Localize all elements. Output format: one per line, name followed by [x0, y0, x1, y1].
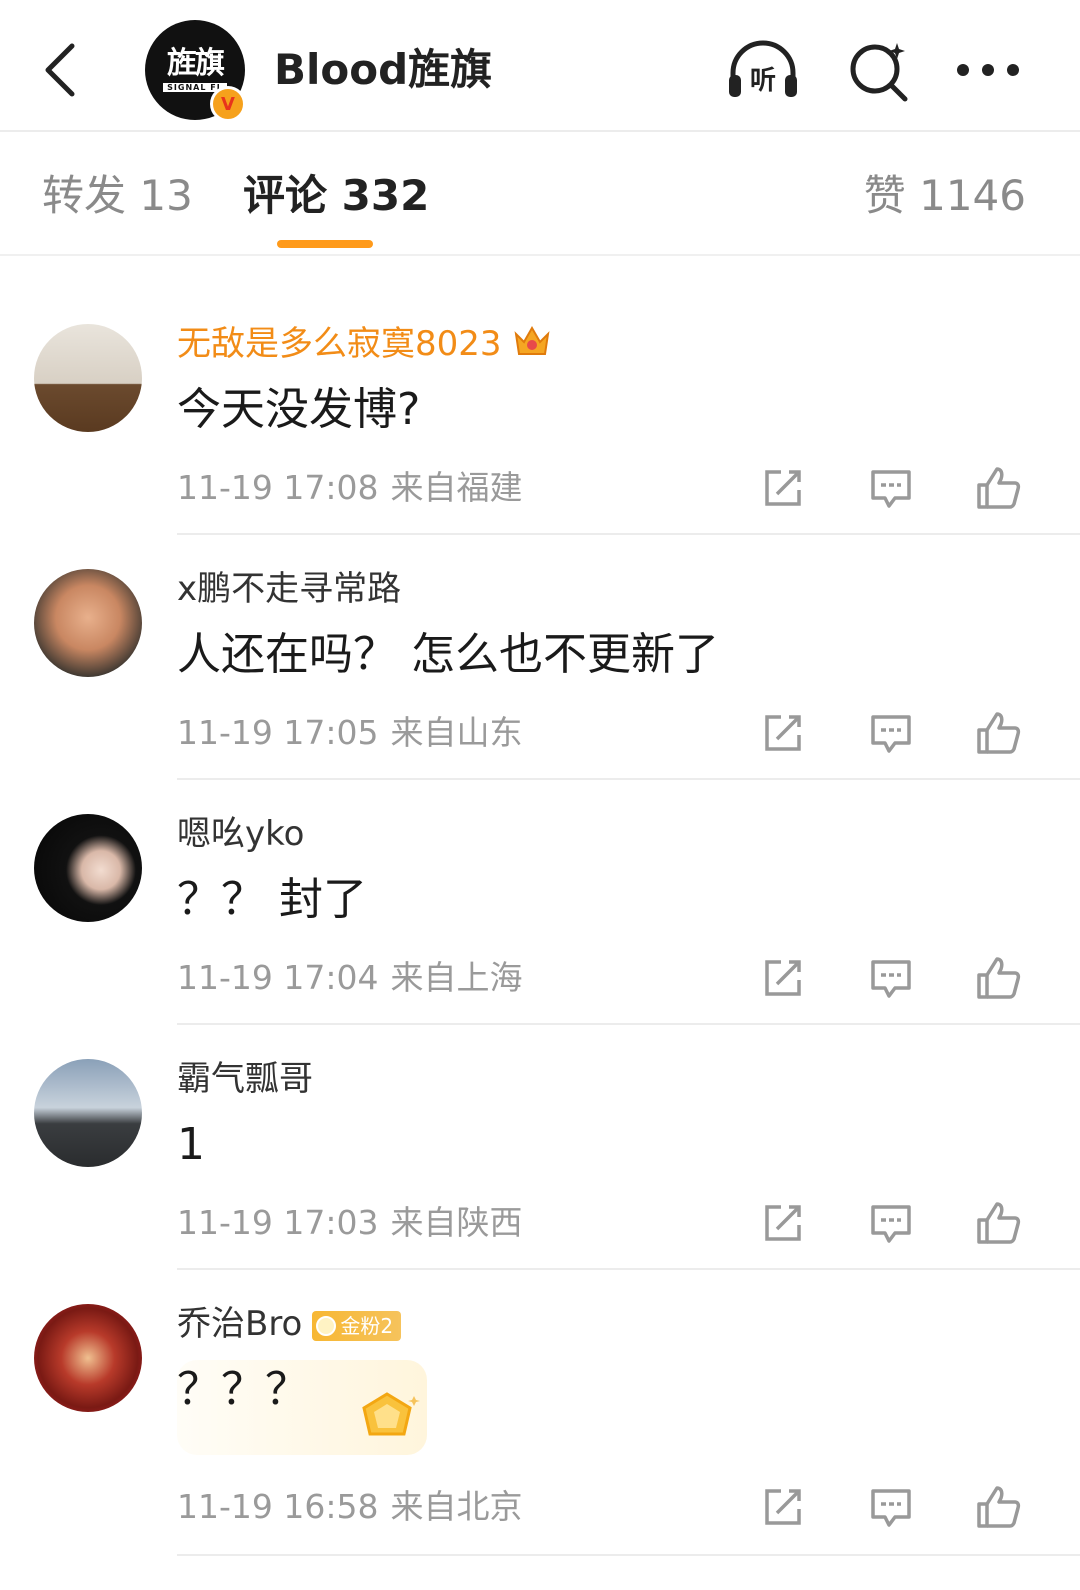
comment-time: 11-19 17:04 — [177, 958, 379, 997]
logo-text: 旌旗 — [167, 45, 225, 81]
user-avatar[interactable] — [34, 1059, 142, 1167]
comment-meta: 11-19 17:08 来自福建 — [177, 466, 522, 510]
thumbs-up-icon — [977, 1486, 1021, 1528]
more-button[interactable] — [950, 36, 1026, 104]
fan-badge: 金粉2 — [312, 1310, 402, 1341]
thumbs-up-icon — [977, 712, 1021, 754]
comment-location: 来自上海 — [390, 958, 523, 997]
comment-icon — [871, 1205, 911, 1243]
share-button[interactable] — [753, 1193, 813, 1253]
share-icon — [765, 715, 801, 751]
medal-icon — [352, 1388, 422, 1448]
comment-time: 11-19 16:58 — [177, 1487, 379, 1526]
search-button[interactable] — [840, 36, 916, 104]
share-icon — [765, 960, 801, 996]
comment-text: 今天没发博? — [177, 384, 421, 435]
share-button[interactable] — [753, 703, 813, 763]
thumbs-up-icon — [977, 1202, 1021, 1244]
like-button[interactable] — [968, 703, 1028, 763]
like-button[interactable] — [968, 1477, 1028, 1537]
active-tab-indicator — [277, 240, 373, 248]
comment-username[interactable]: x鹏不走寻常路 — [177, 567, 401, 611]
comment-time: 11-19 17:05 — [177, 713, 379, 752]
like-button[interactable] — [968, 458, 1028, 518]
comment-text: ？？ 封了 — [177, 874, 367, 925]
top-bar: 旌旗 SIGNAL FL V Blood旌旗 听 — [0, 0, 1080, 132]
comment-location: 来自福建 — [390, 468, 523, 507]
comment-meta: 11-19 17:03 来自陕西 — [177, 1201, 522, 1245]
more-icon — [957, 64, 1019, 76]
reply-button[interactable] — [861, 1193, 921, 1253]
comment-text: ？？？ — [177, 1364, 309, 1415]
comment-item: x鹏不走寻常路 人还在吗？ 怎么也不更新了 11-19 17:05 来自山东 — [0, 535, 1080, 780]
reply-button[interactable] — [861, 703, 921, 763]
back-button[interactable] — [30, 38, 90, 102]
share-icon — [765, 1489, 801, 1525]
thumbs-up-icon — [977, 957, 1021, 999]
like-button[interactable] — [968, 948, 1028, 1008]
crown-icon — [512, 322, 552, 369]
verified-badge: V — [210, 86, 246, 122]
username-text: 乔治Bro — [177, 1304, 303, 1344]
comment-username[interactable]: 霸气瓢哥 — [177, 1057, 313, 1101]
tab-like[interactable]: 赞 1146 — [864, 170, 1026, 222]
tab-repost[interactable]: 转发 13 — [42, 170, 193, 222]
search-icon — [850, 43, 908, 102]
headphones-icon: 听 — [729, 40, 797, 97]
comment-meta: 11-19 17:04 来自上海 — [177, 956, 522, 1000]
comment-item: 霸气瓢哥 1 11-19 17:03 来自陕西 — [0, 1025, 1080, 1270]
user-avatar[interactable] — [34, 1304, 142, 1412]
reply-button[interactable] — [861, 1477, 921, 1537]
comment-text: 人还在吗？ 怎么也不更新了 — [177, 629, 719, 680]
share-icon — [765, 470, 801, 506]
fan-badge-label: 金粉2 — [340, 1313, 394, 1338]
comment-location: 来自陕西 — [390, 1203, 523, 1242]
reply-button[interactable] — [861, 948, 921, 1008]
share-button[interactable] — [753, 1477, 813, 1537]
comment-item: 无敌是多么寂寞8023 今天没发博? 11-19 17:08 来自福建 — [0, 290, 1080, 535]
comment-meta: 11-19 17:05 来自山东 — [177, 711, 522, 755]
back-icon — [45, 43, 75, 97]
user-avatar[interactable] — [34, 814, 142, 922]
share-button[interactable] — [753, 948, 813, 1008]
user-avatar[interactable] — [34, 569, 142, 677]
comment-page: 旌旗 SIGNAL FL V Blood旌旗 听 转发 13 评论 332 赞 … — [0, 0, 1080, 1590]
share-button[interactable] — [753, 458, 813, 518]
tab-comment[interactable]: 评论 332 — [243, 170, 429, 222]
comment-location: 来自山东 — [390, 713, 523, 752]
comment-location: 来自北京 — [390, 1487, 523, 1526]
comment-divider — [177, 1554, 1080, 1556]
listen-button[interactable]: 听 — [725, 36, 801, 104]
comment-icon — [871, 1489, 911, 1527]
tab-bar: 转发 13 评论 332 赞 1146 — [0, 132, 1080, 256]
like-button[interactable] — [968, 1193, 1028, 1253]
account-name[interactable]: Blood旌旗 — [274, 44, 492, 96]
comment-time: 11-19 17:08 — [177, 468, 379, 507]
comment-text: 1 — [177, 1119, 205, 1170]
share-icon — [765, 1205, 801, 1241]
thumbs-up-icon — [977, 467, 1021, 509]
comment-username[interactable]: 无敌是多么寂寞8023 — [177, 322, 552, 369]
comment-meta: 11-19 16:58 来自北京 — [177, 1485, 522, 1529]
comment-icon — [871, 715, 911, 753]
user-avatar[interactable] — [34, 324, 142, 432]
comment-username[interactable]: 嗯吆yko — [177, 812, 304, 856]
comment-icon — [871, 960, 911, 998]
svg-text:听: 听 — [750, 66, 776, 96]
comment-item: 嗯吆yko ？？ 封了 11-19 17:04 来自上海 — [0, 780, 1080, 1025]
comment-icon — [871, 470, 911, 508]
gem-icon — [316, 1315, 337, 1336]
comment-item: 乔治Bro 金粉2 ？？？ 11-19 16:58 来自北京 — [0, 1270, 1080, 1590]
comment-time: 11-19 17:03 — [177, 1203, 379, 1242]
reply-button[interactable] — [861, 458, 921, 518]
username-text: 无敌是多么寂寞8023 — [177, 324, 502, 364]
comment-username[interactable]: 乔治Bro 金粉2 — [177, 1302, 402, 1346]
